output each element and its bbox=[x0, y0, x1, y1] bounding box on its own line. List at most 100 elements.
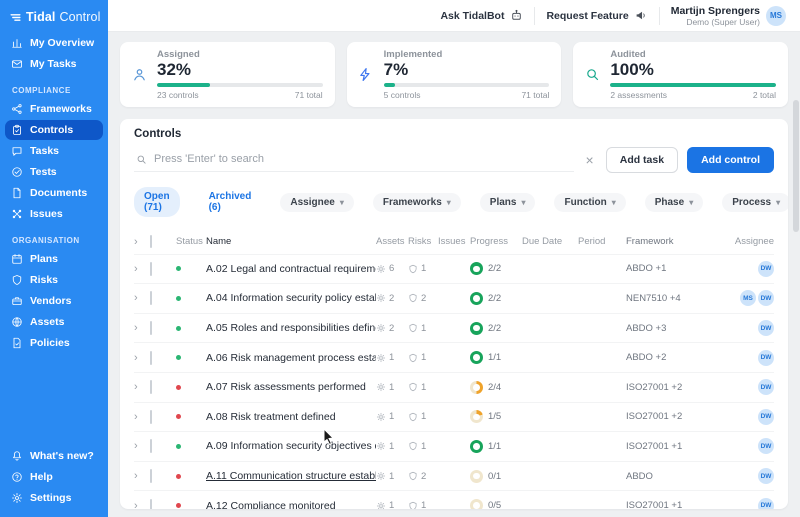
assignee-avatar[interactable]: DW bbox=[758, 409, 774, 425]
control-name[interactable]: A.04 Information security policy establi… bbox=[206, 292, 376, 304]
table-row[interactable]: ›A.12 Compliance monitored110/5ISO27001 … bbox=[134, 490, 774, 509]
assignee-avatar[interactable]: DW bbox=[758, 379, 774, 395]
sidebar-item-help[interactable]: Help bbox=[5, 467, 103, 487]
expand-row-icon[interactable]: › bbox=[134, 440, 150, 452]
row-checkbox[interactable] bbox=[150, 380, 152, 394]
sidebar-item-what-s-new[interactable]: What's new? bbox=[5, 446, 103, 466]
sidebar-item-tasks[interactable]: Tasks bbox=[5, 141, 103, 161]
table-row[interactable]: › A.06 Risk management process establishe… bbox=[134, 342, 774, 372]
user-name: Martijn Sprengers bbox=[671, 5, 760, 17]
clear-search-icon[interactable]: × bbox=[583, 153, 597, 167]
row-checkbox[interactable] bbox=[150, 410, 152, 424]
table-row[interactable]: › A.05 Roles and responsibilities defined… bbox=[134, 313, 774, 343]
table-row[interactable]: › A.11 Communication structure establishe… bbox=[134, 461, 774, 491]
tab-archived[interactable]: Archived (6) bbox=[199, 187, 262, 217]
col-assignee[interactable]: Assignee bbox=[722, 236, 774, 247]
col-risks[interactable]: Risks bbox=[408, 236, 438, 247]
filter-process[interactable]: Process▾ bbox=[722, 193, 788, 212]
assignee-avatar[interactable]: DW bbox=[758, 290, 774, 306]
risks-cell: 1 bbox=[408, 500, 438, 509]
col-period[interactable]: Period bbox=[578, 236, 626, 247]
add-control-button[interactable]: Add control bbox=[687, 147, 774, 173]
request-feature-button[interactable]: Request Feature bbox=[546, 9, 647, 22]
filter-frameworks[interactable]: Frameworks▾ bbox=[373, 193, 461, 212]
assignee-avatar[interactable]: MS bbox=[740, 290, 756, 306]
sidebar-item-assets[interactable]: Assets bbox=[5, 312, 103, 332]
expand-row-icon[interactable]: › bbox=[134, 470, 150, 482]
filter-phase[interactable]: Phase▾ bbox=[645, 193, 703, 212]
assignee-avatar[interactable]: DW bbox=[758, 498, 774, 509]
row-checkbox[interactable] bbox=[150, 321, 152, 335]
control-name[interactable]: A.12 Compliance monitored bbox=[206, 500, 376, 509]
expand-row-icon[interactable]: › bbox=[134, 322, 150, 334]
progress-ring bbox=[470, 440, 483, 453]
row-checkbox[interactable] bbox=[150, 499, 152, 509]
col-name[interactable]: Name bbox=[206, 236, 376, 247]
expand-row-icon[interactable]: › bbox=[134, 292, 150, 304]
row-checkbox[interactable] bbox=[150, 262, 152, 276]
assignee-avatar[interactable]: DW bbox=[758, 468, 774, 484]
assignee-avatar[interactable]: DW bbox=[758, 261, 774, 277]
control-name[interactable]: A.05 Roles and responsibilities defined bbox=[206, 322, 376, 334]
row-checkbox[interactable] bbox=[150, 351, 152, 365]
filter-function[interactable]: Function▾ bbox=[554, 193, 625, 212]
topbar-divider bbox=[534, 7, 535, 25]
sidebar-item-plans[interactable]: Plans bbox=[5, 249, 103, 269]
scrollbar-track[interactable] bbox=[793, 36, 799, 513]
assignee-avatar[interactable]: DW bbox=[758, 438, 774, 454]
table-row[interactable]: ›A.08 Risk treatment defined111/5ISO2700… bbox=[134, 402, 774, 432]
search-input[interactable]: Press 'Enter' to search bbox=[134, 147, 574, 172]
sidebar-item-my-overview[interactable]: My Overview bbox=[5, 33, 103, 53]
assignee-avatar[interactable]: DW bbox=[758, 320, 774, 336]
app-logo[interactable]: TidalControl bbox=[0, 0, 108, 32]
user-menu[interactable]: Martijn Sprengers Demo (Super User) MS bbox=[671, 5, 786, 27]
table-row[interactable]: › A.09 Information security objectives de… bbox=[134, 431, 774, 461]
sidebar-item-policies[interactable]: Policies bbox=[5, 333, 103, 353]
scrollbar-thumb[interactable] bbox=[793, 100, 799, 232]
expand-row-icon[interactable]: › bbox=[134, 263, 150, 275]
control-name[interactable]: A.06 Risk management process established bbox=[206, 352, 376, 364]
expand-all-icon[interactable]: › bbox=[134, 236, 150, 248]
assignee-avatar[interactable]: DW bbox=[758, 350, 774, 366]
sidebar-item-controls[interactable]: Controls bbox=[5, 120, 103, 140]
expand-row-icon[interactable]: › bbox=[134, 381, 150, 393]
sidebar-item-vendors[interactable]: Vendors bbox=[5, 291, 103, 311]
col-framework[interactable]: Framework bbox=[626, 236, 722, 247]
expand-row-icon[interactable]: › bbox=[134, 411, 150, 423]
row-checkbox[interactable] bbox=[150, 469, 152, 483]
col-issues[interactable]: Issues bbox=[438, 236, 470, 247]
row-checkbox[interactable] bbox=[150, 291, 152, 305]
risks-cell: 1 bbox=[408, 382, 438, 393]
sidebar-item-issues[interactable]: Issues bbox=[5, 204, 103, 224]
col-progress[interactable]: Progress bbox=[470, 236, 522, 247]
col-assets[interactable]: Assets bbox=[376, 236, 408, 247]
sidebar-item-documents[interactable]: Documents bbox=[5, 183, 103, 203]
control-name[interactable]: A.11 Communication structure established bbox=[206, 470, 376, 482]
ask-tidalbot-button[interactable]: Ask TidalBot bbox=[440, 9, 523, 22]
sidebar-item-frameworks[interactable]: Frameworks bbox=[5, 99, 103, 119]
filter-assignee[interactable]: Assignee▾ bbox=[280, 193, 353, 212]
control-name[interactable]: A.08 Risk treatment defined bbox=[206, 411, 376, 423]
row-checkbox[interactable] bbox=[150, 439, 152, 453]
user-avatar[interactable]: MS bbox=[766, 6, 786, 26]
progress-text: 2/2 bbox=[488, 293, 501, 304]
control-name[interactable]: A.02 Legal and contractual requirements … bbox=[206, 263, 376, 275]
table-row[interactable]: ›A.07 Risk assessments performed112/4ISO… bbox=[134, 372, 774, 402]
control-name[interactable]: A.07 Risk assessments performed bbox=[206, 381, 376, 393]
filter-plans[interactable]: Plans▾ bbox=[480, 193, 536, 212]
table-row[interactable]: › A.04 Information security policy establ… bbox=[134, 283, 774, 313]
control-name[interactable]: A.09 Information security objectives def… bbox=[206, 440, 376, 452]
expand-row-icon[interactable]: › bbox=[134, 500, 150, 509]
col-status[interactable]: Status bbox=[176, 236, 206, 247]
select-all-checkbox[interactable] bbox=[150, 235, 152, 248]
table-row[interactable]: › A.02 Legal and contractual requirements… bbox=[134, 254, 774, 284]
sidebar-item-tests[interactable]: Tests bbox=[5, 162, 103, 182]
tab-open[interactable]: Open (71) bbox=[134, 187, 180, 217]
add-task-button[interactable]: Add task bbox=[606, 147, 678, 173]
sidebar-item-settings[interactable]: Settings bbox=[5, 488, 103, 508]
expand-row-icon[interactable]: › bbox=[134, 352, 150, 364]
col-due-date[interactable]: Due Date bbox=[522, 236, 578, 247]
sidebar-item-risks[interactable]: Risks bbox=[5, 270, 103, 290]
sidebar-item-my-tasks[interactable]: My Tasks bbox=[5, 54, 103, 74]
assignee-cell: DW bbox=[722, 261, 774, 277]
